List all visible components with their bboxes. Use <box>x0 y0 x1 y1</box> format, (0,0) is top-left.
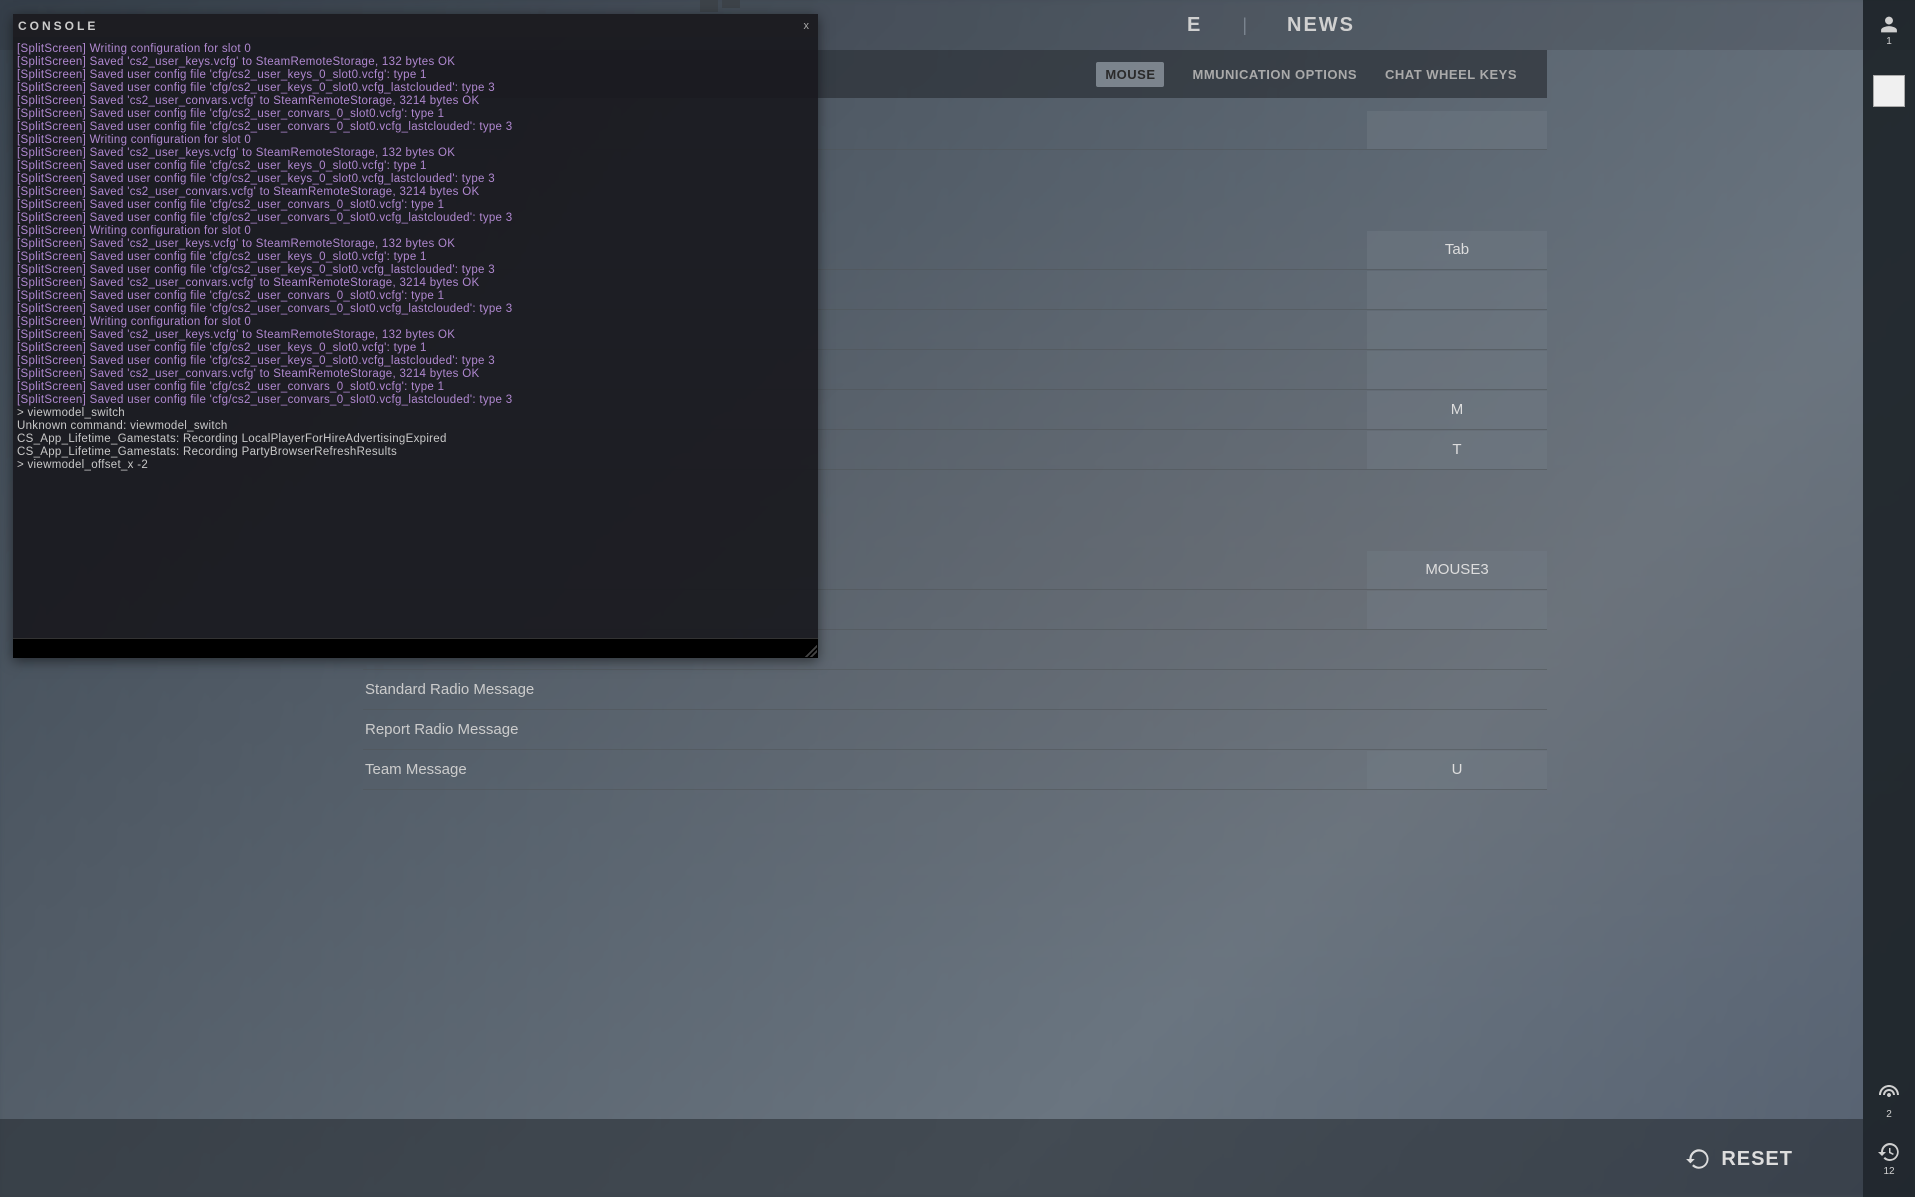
binding-value[interactable]: T <box>1367 431 1547 469</box>
nav-news[interactable]: NEWS <box>1287 14 1355 37</box>
console-line: [SplitScreen] Saved user config file 'cf… <box>17 381 814 394</box>
binding-value[interactable]: U <box>1367 751 1547 789</box>
binding-value[interactable]: M <box>1367 391 1547 429</box>
binding-value[interactable] <box>1367 311 1547 349</box>
subtab-keyboard-mouse[interactable]: MOUSE <box>1096 62 1164 87</box>
console-line: [SplitScreen] Saved user config file 'cf… <box>17 342 814 355</box>
binding-value[interactable] <box>1367 711 1547 749</box>
console-line: [SplitScreen] Writing configuration for … <box>17 225 814 238</box>
reset-button[interactable]: RESET <box>1685 1146 1793 1172</box>
console-line: [SplitScreen] Saved 'cs2_user_keys.vcfg'… <box>17 56 814 69</box>
user-icon <box>1876 15 1902 34</box>
console-title: CONSOLE <box>18 19 98 33</box>
console-line: [SplitScreen] Saved 'cs2_user_convars.vc… <box>17 368 814 381</box>
history-button[interactable]: 12 <box>1877 1140 1901 1177</box>
console-line: [SplitScreen] Saved 'cs2_user_convars.vc… <box>17 186 814 199</box>
nav-divider: | <box>1242 15 1247 36</box>
subtab-communication-options[interactable]: MMUNICATION OPTIONS <box>1192 67 1357 82</box>
right-sidebar: 1 2 12 <box>1863 0 1915 1197</box>
binding-label: Standard Radio Message <box>363 681 1367 698</box>
binding-row[interactable]: Team MessageU <box>363 750 1547 790</box>
console-line: [SplitScreen] Saved user config file 'cf… <box>17 173 814 186</box>
console-line: [SplitScreen] Saved 'cs2_user_keys.vcfg'… <box>17 147 814 160</box>
console-line: [SplitScreen] Saved user config file 'cf… <box>17 69 814 82</box>
binding-value[interactable] <box>1367 631 1547 669</box>
profile-count: 1 <box>1886 36 1892 47</box>
console-line: [SplitScreen] Writing configuration for … <box>17 43 814 56</box>
console-line: [SplitScreen] Saved user config file 'cf… <box>17 121 814 134</box>
binding-value[interactable] <box>1367 671 1547 709</box>
console-output[interactable]: [SplitScreen] Writing configuration for … <box>13 37 818 638</box>
binding-value[interactable]: MOUSE3 <box>1367 551 1547 589</box>
player-avatar[interactable] <box>1873 75 1905 107</box>
console-line: [SplitScreen] Saved user config file 'cf… <box>17 251 814 264</box>
binding-row[interactable]: Standard Radio Message <box>363 670 1547 710</box>
console-line: [SplitScreen] Saved user config file 'cf… <box>17 160 814 173</box>
console-line: [SplitScreen] Saved 'cs2_user_keys.vcfg'… <box>17 329 814 342</box>
console-line: [SplitScreen] Saved user config file 'cf… <box>17 108 814 121</box>
nav-store[interactable]: E <box>1187 14 1202 37</box>
console-line: [SplitScreen] Saved 'cs2_user_keys.vcfg'… <box>17 238 814 251</box>
console-line: CS_App_Lifetime_Gamestats: Recording Par… <box>17 446 814 459</box>
friends-indicator[interactable] <box>700 0 740 14</box>
profile-button[interactable]: 1 <box>1873 15 1905 47</box>
console-line: [SplitScreen] Saved 'cs2_user_convars.vc… <box>17 95 814 108</box>
binding-value[interactable] <box>1367 591 1547 629</box>
broadcast-button[interactable]: 2 <box>1877 1083 1901 1120</box>
console-line: [SplitScreen] Saved user config file 'cf… <box>17 290 814 303</box>
console-line: [SplitScreen] Saved user config file 'cf… <box>17 303 814 316</box>
history-count: 12 <box>1883 1166 1894 1177</box>
binding-value[interactable] <box>1367 111 1547 149</box>
console-line: [SplitScreen] Saved user config file 'cf… <box>17 394 814 407</box>
console-line: > viewmodel_switch <box>17 407 814 420</box>
broadcast-icon <box>1877 1083 1901 1107</box>
console-line: [SplitScreen] Saved user config file 'cf… <box>17 264 814 277</box>
console-line: [SplitScreen] Saved user config file 'cf… <box>17 199 814 212</box>
console-line: > viewmodel_offset_x -2 <box>17 459 814 472</box>
subtab-chat-wheel-keys[interactable]: CHAT WHEEL KEYS <box>1385 67 1517 82</box>
console-window[interactable]: CONSOLE x [SplitScreen] Writing configur… <box>13 14 818 658</box>
broadcast-count: 2 <box>1886 1109 1892 1120</box>
history-icon <box>1877 1140 1901 1164</box>
binding-row[interactable]: Report Radio Message <box>363 710 1547 750</box>
console-line: Unknown command: viewmodel_switch <box>17 420 814 433</box>
binding-label: Report Radio Message <box>363 721 1367 738</box>
binding-value[interactable] <box>1367 271 1547 309</box>
console-line: CS_App_Lifetime_Gamestats: Recording Loc… <box>17 433 814 446</box>
console-line: [SplitScreen] Saved user config file 'cf… <box>17 82 814 95</box>
console-titlebar[interactable]: CONSOLE x <box>13 14 818 37</box>
binding-label: Team Message <box>363 761 1367 778</box>
binding-value[interactable]: Tab <box>1367 231 1547 269</box>
console-resize-handle[interactable] <box>805 645 817 657</box>
reset-icon <box>1685 1146 1711 1172</box>
console-line: [SplitScreen] Writing configuration for … <box>17 134 814 147</box>
console-line: [SplitScreen] Saved 'cs2_user_convars.vc… <box>17 277 814 290</box>
console-line: [SplitScreen] Saved user config file 'cf… <box>17 212 814 225</box>
console-close-button[interactable]: x <box>800 20 814 32</box>
console-line: [SplitScreen] Writing configuration for … <box>17 316 814 329</box>
reset-label: RESET <box>1721 1148 1793 1171</box>
footer-bar: RESET <box>0 1119 1863 1197</box>
binding-value[interactable] <box>1367 351 1547 389</box>
console-line: [SplitScreen] Saved user config file 'cf… <box>17 355 814 368</box>
console-input[interactable] <box>13 638 818 658</box>
